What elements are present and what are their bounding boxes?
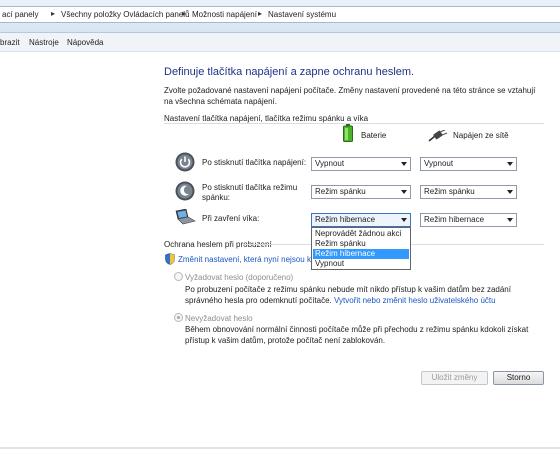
select-value: Vypnout [315,159,345,168]
select-value: Režim spánku [315,187,366,196]
breadcrumb[interactable]: ací panely ▸ Všechny položky Ovládacích … [0,6,560,23]
menu-bar: brazit Nástroje Nápověda [0,33,560,52]
select-value: Vypnout [424,159,454,168]
no-password-radio[interactable] [174,313,183,322]
chevron-down-icon [507,218,513,222]
laptop-lid-icon [175,209,196,225]
row-lid-close-label: Při zavření víka: [202,214,260,223]
plug-icon [428,130,448,142]
save-changes-button[interactable]: Uložit změny [421,371,488,385]
lid-close-battery-select[interactable]: Režim hibernace [311,213,411,227]
select-value: Režim spánku [424,187,475,196]
battery-icon [343,124,353,142]
menu-view[interactable]: brazit [0,38,20,47]
column-plugged-in: Napájen ze sítě [453,131,509,140]
dropdown-option-shut-down[interactable]: Vypnout [313,259,409,269]
dropdown-option-hibernate[interactable]: Režim hibernace [313,249,409,259]
breadcrumb-separator-icon[interactable]: ▸ [51,9,55,18]
chevron-down-icon [507,162,513,166]
menu-tools[interactable]: Nástroje [29,38,59,47]
sleep-button-plugged-select[interactable]: Režim spánku [420,185,517,199]
sleep-icon [175,181,195,201]
chevron-down-icon [507,190,513,194]
power-button-battery-select[interactable]: Vypnout [311,157,411,171]
menu-help[interactable]: Nápověda [67,38,103,47]
select-value: Režim hibernace [424,215,485,224]
no-password-title: Nevyžadovat heslo [185,314,253,323]
change-unavailable-settings-link[interactable]: Změnit nastavení, která nyní nejsou k di… [178,255,311,264]
breadcrumb-item-control-panel[interactable]: ací panely [2,10,38,19]
breadcrumb-separator-icon[interactable]: ▸ [182,9,186,18]
require-password-title: Vyžadovat heslo (doporučeno) [185,273,294,282]
chevron-down-icon [401,162,407,166]
lid-close-battery-dropdown-list: Neprovádět žádnou akci Režim spánku Reži… [311,227,411,270]
require-password-radio[interactable] [174,272,183,281]
dropdown-option-sleep[interactable]: Režim spánku [313,239,409,249]
row-power-button-label: Po stisknutí tlačítka napájení: [202,158,307,167]
breadcrumb-item-system-settings[interactable]: Nastavení systému [268,10,336,19]
chevron-down-icon [401,218,407,222]
shield-icon [165,253,175,265]
no-password-description: Během obnovování normální činnosti počít… [185,325,529,345]
breadcrumb-item-power-options[interactable]: Možnosti napájení [192,10,257,19]
section-buttons-label: Nastavení tlačítka napájení, tlačítka re… [164,114,369,123]
power-icon [175,152,195,172]
lid-close-plugged-select[interactable]: Režim hibernace [420,213,517,227]
address-bar: ací panely ▸ Všechny položky Ovládacích … [0,0,560,33]
create-change-password-link[interactable]: Vytvořit nebo změnit heslo uživatelského… [334,296,496,305]
require-password-description: Po probuzení počítače z režimu spánku ne… [185,284,535,306]
row-sleep-button-label: Po stisknutí tlačítka režimu spánku: [202,183,298,202]
select-value: Režim hibernace [315,215,376,224]
sleep-button-battery-select[interactable]: Režim spánku [311,185,411,199]
breadcrumb-separator-icon[interactable]: ▸ [258,9,262,18]
section-divider [164,123,544,124]
column-battery: Baterie [361,131,387,140]
page-title: Definuje tlačítka napájení a zapne ochra… [164,66,415,78]
breadcrumb-item-all-items[interactable]: Všechny položky Ovládacích panelů [61,10,190,19]
cancel-button[interactable]: Storno [493,371,544,385]
power-button-plugged-select[interactable]: Vypnout [420,157,517,171]
chevron-down-icon [401,190,407,194]
dropdown-option-do-nothing[interactable]: Neprovádět žádnou akci [313,229,409,239]
page-description: Zvolte požadované nastavení napájení poč… [164,86,536,106]
